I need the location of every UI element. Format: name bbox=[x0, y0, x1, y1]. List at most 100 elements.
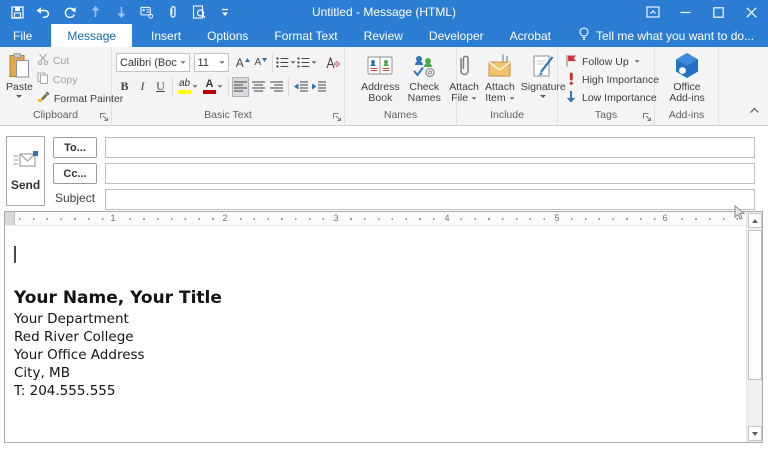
increase-indent-button[interactable] bbox=[310, 77, 327, 97]
select-names-icon[interactable] bbox=[140, 5, 154, 19]
send-icon bbox=[12, 150, 39, 173]
cc-button[interactable]: Cc... bbox=[53, 163, 97, 184]
group-clipboard: Paste Cut Copy Format Painter Clipboard bbox=[0, 47, 123, 125]
clear-formatting-button[interactable] bbox=[324, 53, 341, 73]
ruler: 1 2 3 4 5 6 bbox=[5, 212, 746, 226]
attach-file-button[interactable]: Attach File bbox=[447, 50, 481, 104]
attach-item-button[interactable]: Attach Item bbox=[483, 50, 517, 104]
underline-button[interactable]: U bbox=[152, 77, 169, 97]
bullets-button[interactable] bbox=[276, 53, 296, 73]
tell-me-box[interactable]: Tell me what you want to do... bbox=[568, 24, 764, 47]
font-name-combo[interactable]: Calibri (Boc bbox=[116, 53, 190, 72]
tags-dialog-launcher-icon[interactable] bbox=[641, 111, 652, 122]
tab-developer[interactable]: Developer bbox=[416, 24, 497, 47]
cut-icon bbox=[37, 53, 49, 68]
next-item-icon[interactable] bbox=[114, 5, 128, 19]
high-importance-button[interactable]: High Importance bbox=[562, 71, 659, 88]
basic-text-group-label: Basic Text bbox=[204, 109, 252, 121]
to-input[interactable] bbox=[105, 137, 755, 158]
tab-acrobat[interactable]: Acrobat bbox=[497, 24, 564, 47]
clipboard-group-label: Clipboard bbox=[33, 109, 78, 121]
paste-button[interactable]: Paste bbox=[4, 50, 35, 98]
tab-review[interactable]: Review bbox=[351, 24, 416, 47]
check-names-button[interactable]: Check Names bbox=[406, 50, 443, 104]
address-book-icon bbox=[367, 52, 393, 79]
check-names-label-2: Names bbox=[407, 92, 441, 104]
subject-input[interactable] bbox=[105, 189, 755, 210]
grow-font-button[interactable]: A bbox=[234, 53, 251, 73]
divider bbox=[272, 53, 274, 72]
title-bar: Untitled - Message (HTML) bbox=[0, 0, 768, 24]
signature-line: City, MB bbox=[14, 365, 70, 381]
highlight-dropdown-icon bbox=[192, 85, 198, 88]
align-center-icon bbox=[252, 81, 265, 92]
maximize-icon[interactable] bbox=[702, 0, 735, 24]
scroll-up-icon[interactable] bbox=[748, 213, 762, 228]
office-addins-icon bbox=[673, 52, 701, 79]
group-addins: Office Add-ins Add-ins bbox=[655, 47, 719, 125]
close-icon[interactable] bbox=[735, 0, 768, 24]
tab-options[interactable]: Options bbox=[194, 24, 261, 47]
ruler-indent-handle[interactable] bbox=[5, 212, 15, 225]
shrink-font-button[interactable]: A bbox=[252, 53, 269, 73]
vertical-scrollbar[interactable] bbox=[746, 212, 762, 442]
font-color-button[interactable]: A bbox=[201, 77, 225, 97]
font-size-combo[interactable]: 11 bbox=[193, 53, 230, 72]
message-body-editor[interactable]: 1 2 3 4 5 6 Your Name, Your Title Your D… bbox=[4, 211, 763, 443]
text-highlight-button[interactable]: ab bbox=[176, 77, 200, 97]
include-group-label: Include bbox=[490, 109, 524, 121]
align-left-button[interactable] bbox=[232, 76, 249, 97]
subject-label: Subject bbox=[55, 191, 96, 205]
font-name-dropdown-icon bbox=[179, 61, 186, 64]
quick-access-toolbar bbox=[0, 5, 232, 19]
increase-indent-icon bbox=[311, 81, 326, 92]
group-names: Address Book Check Names Names bbox=[345, 47, 457, 125]
print-preview-icon[interactable] bbox=[192, 5, 206, 19]
save-icon[interactable] bbox=[10, 5, 24, 19]
collapse-ribbon-icon[interactable] bbox=[749, 101, 760, 119]
clipboard-dialog-launcher-icon[interactable] bbox=[98, 111, 109, 122]
ribbon-tab-row: File Message Insert Options Format Text … bbox=[0, 24, 768, 47]
attach-item-label-2: Item bbox=[485, 92, 506, 104]
italic-button[interactable]: I bbox=[134, 77, 151, 97]
tab-insert[interactable]: Insert bbox=[138, 24, 194, 47]
ribbon-display-options-icon[interactable] bbox=[636, 0, 669, 24]
window-controls bbox=[636, 0, 768, 24]
low-importance-icon bbox=[565, 90, 577, 106]
basic-text-dialog-launcher-icon[interactable] bbox=[331, 111, 342, 122]
customize-quick-access-icon[interactable] bbox=[218, 5, 232, 19]
align-left-icon bbox=[234, 81, 247, 92]
tab-file[interactable]: File bbox=[0, 24, 45, 47]
follow-up-button[interactable]: Follow Up bbox=[562, 53, 659, 70]
to-button[interactable]: To... bbox=[53, 137, 97, 158]
tab-format-text[interactable]: Format Text bbox=[261, 24, 350, 47]
align-right-button[interactable] bbox=[268, 77, 285, 97]
align-center-button[interactable] bbox=[250, 77, 267, 97]
address-book-button[interactable]: Address Book bbox=[359, 50, 402, 104]
numbering-button[interactable] bbox=[297, 53, 317, 73]
scroll-down-icon[interactable] bbox=[748, 426, 762, 441]
font-size-value: 11 bbox=[197, 56, 209, 69]
shrink-font-arrow-icon bbox=[262, 57, 268, 62]
attach-file-icon[interactable] bbox=[166, 5, 180, 19]
follow-up-dropdown-icon bbox=[634, 60, 640, 63]
decrease-indent-button[interactable] bbox=[292, 77, 309, 97]
attach-item-icon bbox=[487, 52, 513, 79]
tab-message[interactable]: Message bbox=[51, 24, 133, 47]
office-addins-button[interactable]: Office Add-ins bbox=[667, 50, 707, 104]
undo-icon[interactable] bbox=[36, 5, 50, 19]
send-button[interactable]: Send bbox=[6, 136, 45, 206]
bold-button[interactable]: B bbox=[116, 77, 133, 97]
scrollbar-thumb[interactable] bbox=[748, 230, 762, 380]
send-label: Send bbox=[10, 178, 41, 192]
ruler-ticks bbox=[19, 218, 738, 220]
minimize-icon[interactable] bbox=[669, 0, 702, 24]
divider bbox=[288, 77, 289, 96]
ruler-number: 4 bbox=[442, 213, 452, 224]
copy-icon bbox=[37, 72, 49, 87]
signature-heading: Your Name, Your Title bbox=[14, 288, 222, 308]
cc-input[interactable] bbox=[105, 163, 755, 184]
previous-item-icon[interactable] bbox=[88, 5, 102, 19]
low-importance-button[interactable]: Low Importance bbox=[562, 89, 659, 106]
redo-icon[interactable] bbox=[62, 5, 76, 19]
